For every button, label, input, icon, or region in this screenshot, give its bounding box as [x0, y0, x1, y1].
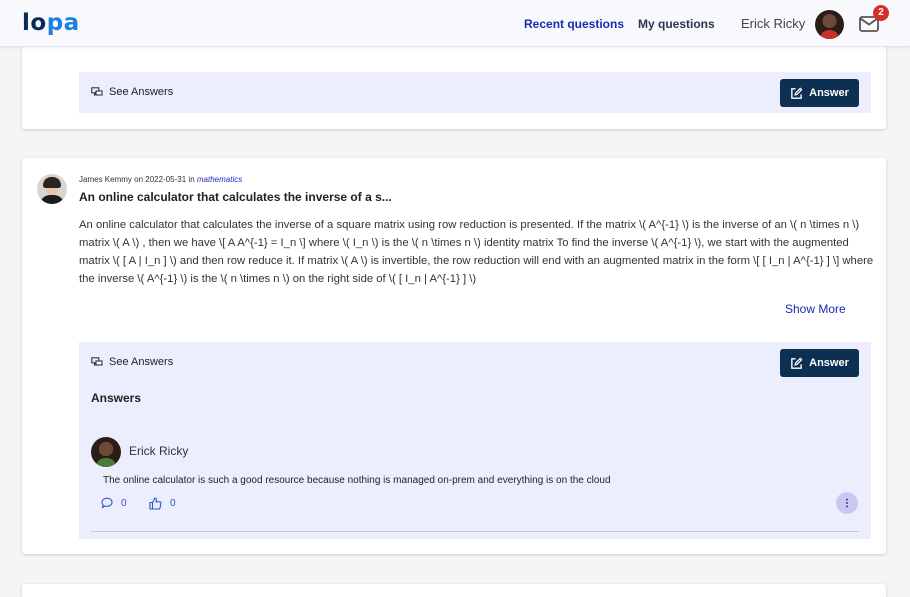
- nav-my-questions[interactable]: My questions: [638, 17, 715, 31]
- thumbs-up-icon: [149, 497, 162, 510]
- comment-icon: [101, 497, 113, 509]
- see-answers-label: See Answers: [109, 86, 174, 98]
- question-title[interactable]: An online calculator that calculates the…: [79, 190, 392, 204]
- top-navbar: lopa Recent questions My questions Erick…: [0, 0, 910, 47]
- question-card-next: [22, 584, 886, 597]
- more-vertical-icon: [846, 498, 848, 508]
- logo-part1: lo: [22, 10, 47, 36]
- question-subject[interactable]: mathematics: [197, 175, 242, 184]
- see-answers-link[interactable]: See Answers: [91, 86, 173, 98]
- answers-heading: Answers: [91, 391, 142, 405]
- question-body: An online calculator that calculates the…: [79, 219, 874, 285]
- comment-button[interactable]: 0: [101, 497, 127, 509]
- answer-text: The online calculator is such a good res…: [103, 475, 611, 486]
- chat-icon: [91, 356, 103, 366]
- like-button[interactable]: 0: [149, 497, 176, 510]
- show-more-link[interactable]: Show More: [785, 302, 846, 316]
- answer-author[interactable]: Erick Ricky: [129, 444, 188, 458]
- answer-divider: [91, 531, 859, 532]
- logo[interactable]: lopa: [22, 10, 80, 36]
- logo-part2: pa: [46, 10, 80, 36]
- more-options-button[interactable]: [836, 492, 858, 514]
- answers-panel: See Answers Answer Answers Erick Ricky T…: [79, 342, 871, 539]
- comment-count: 0: [121, 497, 127, 509]
- see-answers-link[interactable]: See Answers: [91, 356, 173, 368]
- nav-recent-questions[interactable]: Recent questions: [524, 17, 624, 31]
- answer-button[interactable]: Answer: [780, 349, 859, 377]
- author-avatar[interactable]: [37, 174, 67, 204]
- question-meta: James Kemmy on 2022-05-31 in mathematics: [79, 175, 242, 184]
- answers-panel: See Answers Answer: [79, 72, 871, 113]
- question-author[interactable]: James Kemmy: [79, 175, 132, 184]
- answer-button[interactable]: Answer: [780, 79, 859, 107]
- edit-icon: [791, 357, 803, 369]
- user-avatar[interactable]: [815, 10, 844, 39]
- question-card-previous: See Answers Answer: [22, 40, 886, 129]
- answer-button-label: Answer: [809, 87, 849, 99]
- like-count: 0: [170, 498, 176, 509]
- in-label: in: [188, 175, 195, 184]
- edit-icon: [791, 87, 803, 99]
- answer-button-label: Answer: [809, 357, 849, 369]
- chat-icon: [91, 86, 103, 96]
- answer-author-avatar[interactable]: [91, 437, 121, 467]
- see-answers-label: See Answers: [109, 356, 174, 368]
- notification-badge: 2: [873, 5, 889, 21]
- question-card: James Kemmy on 2022-05-31 in mathematics…: [22, 158, 886, 554]
- question-date: on 2022-05-31: [134, 175, 187, 184]
- user-name[interactable]: Erick Ricky: [741, 16, 805, 31]
